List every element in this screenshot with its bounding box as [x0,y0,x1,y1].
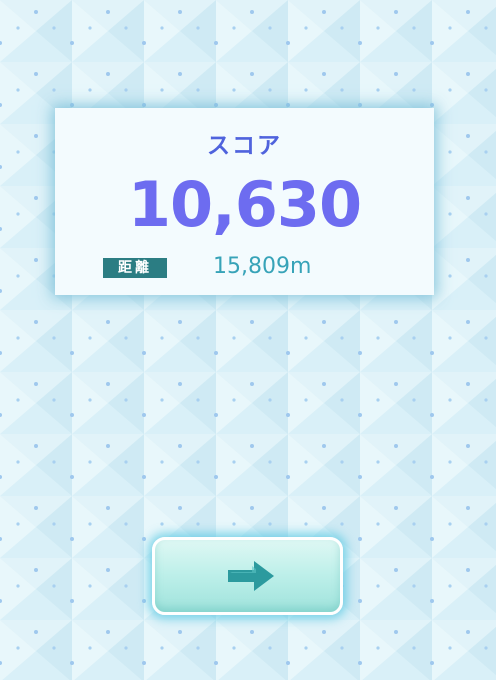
distance-value: 15,809m [213,254,312,279]
next-button[interactable] [152,537,343,615]
right-arrow-icon [228,561,274,591]
score-value: 10,630 [127,168,362,241]
score-card: スコア 10,630 距離 15,809m [55,108,434,295]
score-label: スコア [207,133,282,159]
distance-label: 距離 [103,258,167,278]
